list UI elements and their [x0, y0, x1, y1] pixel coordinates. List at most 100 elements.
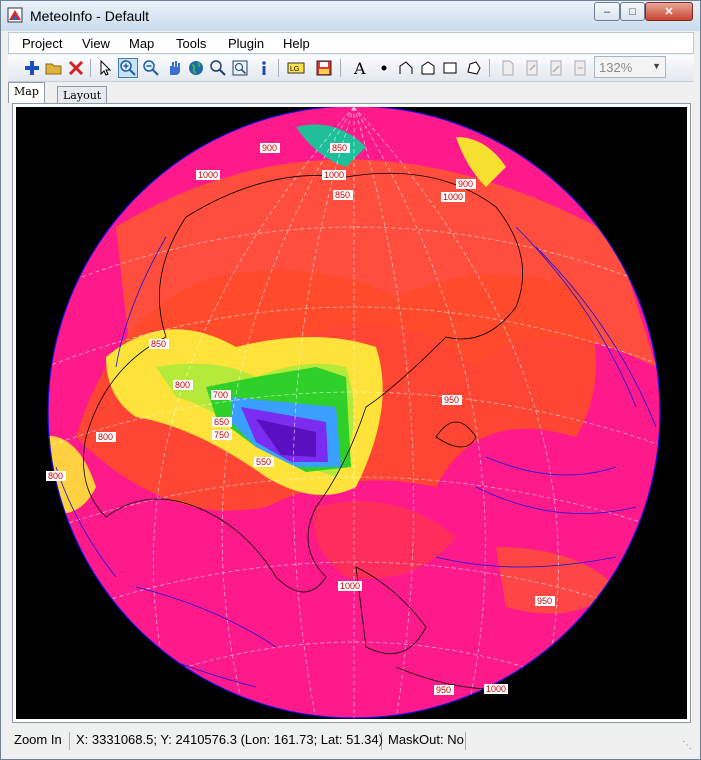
contour-label: 800 — [173, 380, 193, 390]
curve-polygon-icon[interactable] — [464, 58, 484, 78]
contour-label-text: 700 — [213, 390, 228, 400]
contour-label: 900 — [260, 143, 280, 153]
contour-label: 1000 — [322, 170, 346, 180]
map-canvas[interactable]: 900 850 1000 1000 900 1000 850 800 800 7… — [16, 107, 687, 719]
contour-label: 800 — [96, 432, 116, 442]
tab-map[interactable]: Map — [8, 82, 45, 103]
status-mask: MaskOut: No — [384, 732, 466, 750]
contour-label-text: 1000 — [486, 684, 506, 694]
contour-label-text: 1000 — [340, 581, 360, 591]
remove-layer-icon[interactable] — [66, 58, 86, 78]
close-button[interactable]: ✕ — [645, 2, 693, 21]
zoom-full-extent-icon[interactable] — [230, 58, 250, 78]
text-icon[interactable]: A — [350, 58, 370, 78]
zoom-out-icon[interactable] — [141, 58, 161, 78]
close-icon: ✕ — [664, 6, 674, 18]
page-icon[interactable] — [498, 58, 518, 78]
minimize-icon: – — [603, 5, 611, 18]
zoom-level-value: 132% — [599, 60, 633, 75]
minimize-button[interactable]: – — [594, 2, 620, 21]
globe-map[interactable]: 900 850 1000 1000 900 1000 850 800 800 7… — [16, 107, 687, 719]
save-image-icon[interactable] — [314, 58, 334, 78]
menu-view[interactable]: View — [82, 36, 110, 51]
contour-label-text: 550 — [256, 457, 271, 467]
status-current-tool: Zoom In — [10, 732, 70, 750]
contour-label: 1000 — [196, 170, 220, 180]
page-fit-icon[interactable] — [546, 58, 566, 78]
add-layer-icon[interactable] — [22, 58, 42, 78]
toolbar-separator — [90, 59, 91, 77]
legend-icon[interactable]: LG — [286, 58, 306, 78]
contour-label-text: 900 — [262, 143, 277, 153]
contour-label: 1000 — [484, 684, 508, 694]
application-window: MeteoInfo - Default – □ ✕ Project View M… — [0, 0, 701, 760]
page-zoom-icon[interactable] — [522, 58, 542, 78]
contour-label-text: 1000 — [443, 192, 463, 202]
toolbar-separator — [489, 59, 490, 77]
toolbar-separator — [340, 59, 341, 77]
open-folder-icon[interactable] — [44, 58, 64, 78]
contour-label: 950 — [442, 395, 462, 405]
globe-icon[interactable] — [186, 58, 206, 78]
svg-text:A: A — [353, 60, 366, 76]
contour-label-text: 800 — [48, 471, 63, 481]
contour-label-text: 850 — [151, 339, 166, 349]
contour-label-text: 900 — [458, 179, 473, 189]
polygon-icon[interactable] — [418, 58, 438, 78]
contour-label: 950 — [535, 596, 555, 606]
status-bar: Zoom In X: 3331068.5; Y: 2410576.3 (Lon:… — [8, 729, 694, 753]
svg-text:LG: LG — [290, 66, 299, 73]
contour-label: 900 — [456, 179, 476, 189]
contour-label-text: 650 — [214, 417, 229, 427]
contour-label-text: 800 — [98, 432, 113, 442]
contour-label: 750 — [212, 430, 232, 440]
menu-plugin[interactable]: Plugin — [228, 36, 264, 51]
menu-project[interactable]: Project — [22, 36, 62, 51]
contour-label: 550 — [254, 457, 274, 467]
window-title: MeteoInfo - Default — [30, 8, 150, 24]
maximize-button[interactable]: □ — [620, 2, 645, 21]
rectangle-icon[interactable] — [440, 58, 460, 78]
contour-label: 1000 — [338, 581, 362, 591]
menu-help[interactable]: Help — [283, 36, 310, 51]
contour-label-text: 950 — [436, 685, 451, 695]
magnifier-icon[interactable] — [208, 58, 228, 78]
polyline-icon[interactable] — [396, 58, 416, 78]
contour-label-text: 850 — [335, 190, 350, 200]
point-icon[interactable] — [374, 58, 394, 78]
contour-label: 850 — [149, 339, 169, 349]
app-logo-icon — [7, 7, 23, 23]
contour-label: 850 — [333, 190, 353, 200]
contour-label-text: 850 — [332, 143, 347, 153]
select-arrow-icon[interactable] — [96, 58, 116, 78]
contour-label: 950 — [434, 685, 454, 695]
pan-hand-icon[interactable] — [164, 58, 184, 78]
toolbar: LG A 132% ▼ — [8, 55, 694, 82]
menu-map[interactable]: Map — [129, 36, 154, 51]
contour-label-text: 950 — [444, 395, 459, 405]
contour-label: 1000 — [441, 192, 465, 202]
contour-label-text: 1000 — [198, 170, 218, 180]
contour-label-text: 750 — [214, 430, 229, 440]
title-bar[interactable]: MeteoInfo - Default – □ ✕ — [1, 1, 700, 31]
page-export-icon[interactable] — [570, 58, 590, 78]
view-tabs: Map Layout — [8, 82, 694, 103]
tab-layout[interactable]: Layout — [57, 86, 108, 103]
resize-grip-icon[interactable]: ⋱ — [682, 740, 692, 751]
contour-label-text: 950 — [537, 596, 552, 606]
contour-label: 850 — [330, 143, 350, 153]
menu-bar: Project View Map Tools Plugin Help — [8, 32, 694, 54]
maximize-icon: □ — [629, 5, 636, 18]
contour-label: 700 — [211, 390, 231, 400]
contour-label: 650 — [212, 417, 232, 427]
map-view: 900 850 1000 1000 900 1000 850 800 800 7… — [12, 103, 691, 723]
chevron-down-icon: ▼ — [652, 61, 661, 71]
zoom-level-dropdown[interactable]: 132% ▼ — [594, 56, 666, 78]
zoom-in-icon[interactable] — [118, 58, 138, 78]
contour-label: 800 — [46, 471, 66, 481]
menu-tools[interactable]: Tools — [176, 36, 206, 51]
status-coordinates: X: 3331068.5; Y: 2410576.3 (Lon: 161.73;… — [72, 732, 383, 750]
toolbar-separator — [278, 59, 279, 77]
contour-label-text: 800 — [175, 380, 190, 390]
info-icon[interactable] — [254, 58, 274, 78]
